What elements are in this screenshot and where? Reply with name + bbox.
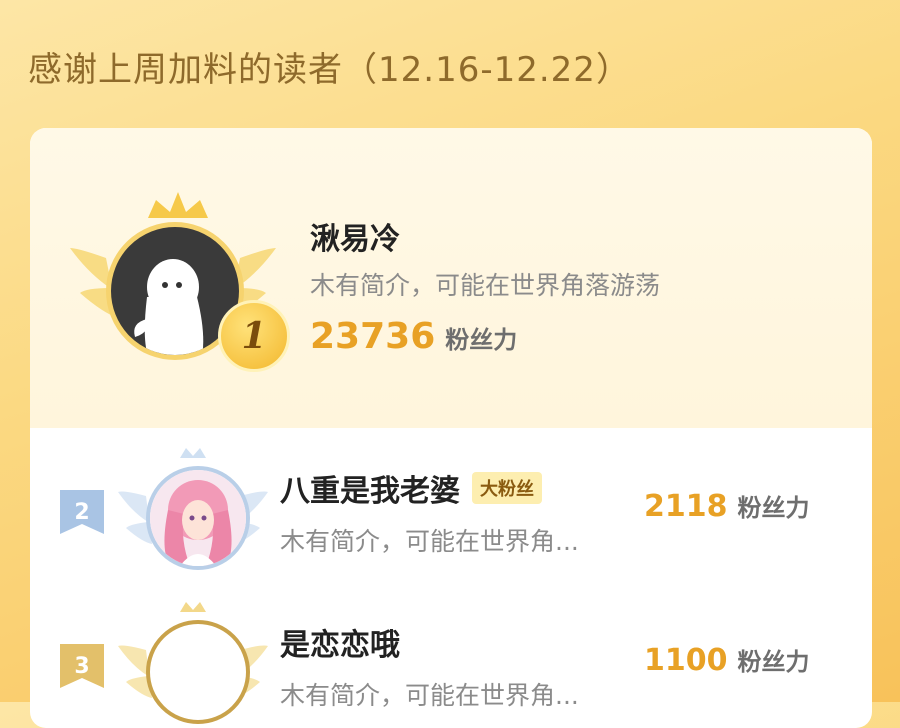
avatar[interactable] (146, 620, 250, 724)
reader-fans: 2118 粉丝力 (644, 488, 810, 524)
fans-value: 1100 (644, 643, 728, 678)
reader-fans: 1100 粉丝力 (644, 642, 810, 678)
reader-bio: 木有简介，可能在世界角... (280, 527, 579, 556)
fans-value: 2118 (644, 489, 728, 524)
avatar[interactable] (146, 466, 250, 570)
fans-label: 粉丝力 (737, 494, 810, 522)
avatar-frame (118, 446, 268, 581)
top-reader-fans: 23736 粉丝力 (310, 316, 517, 357)
rank-badge: 3 (60, 644, 104, 688)
name-line: 是恋恋哦 (280, 620, 400, 664)
top-reader-bio: 木有简介，可能在世界角落游荡 (310, 271, 661, 300)
reader-bio: 木有简介，可能在世界角... (280, 681, 579, 710)
fans-value: 23736 (310, 316, 436, 357)
fans-label: 粉丝力 (737, 648, 810, 676)
top-reader-name[interactable]: 湫易冷 (310, 214, 400, 258)
leaderboard-card: 1 湫易冷 木有简介，可能在世界角落游荡 23736 粉丝力 2 八重是我老婆 … (30, 128, 872, 728)
top-reader-section[interactable]: 1 湫易冷 木有简介，可能在世界角落游荡 23736 粉丝力 (30, 128, 872, 428)
anime-avatar-icon (150, 470, 246, 566)
reader-name[interactable]: 八重是我老婆 (280, 466, 460, 510)
name-line: 八重是我老婆 大粉丝 (280, 466, 542, 510)
page-title: 感谢上周加料的读者（12.16-12.22） (28, 50, 631, 90)
fans-label: 粉丝力 (445, 326, 518, 354)
avatar-frame (118, 600, 268, 728)
rank-badge: 2 (60, 490, 104, 534)
top-avatar-frame: 1 (68, 178, 290, 373)
list-item-rank-3[interactable]: 3 是恋恋哦 木有简介，可能在世界角... 1100 粉丝力 (30, 588, 872, 728)
rank-1-medal: 1 (218, 300, 290, 372)
reader-name[interactable]: 是恋恋哦 (280, 620, 400, 664)
list-item-rank-2[interactable]: 2 八重是我老婆 大粉丝 木有简介，可能在世界角... 2118 粉丝力 (30, 434, 872, 584)
big-fan-tag: 大粉丝 (472, 472, 542, 504)
